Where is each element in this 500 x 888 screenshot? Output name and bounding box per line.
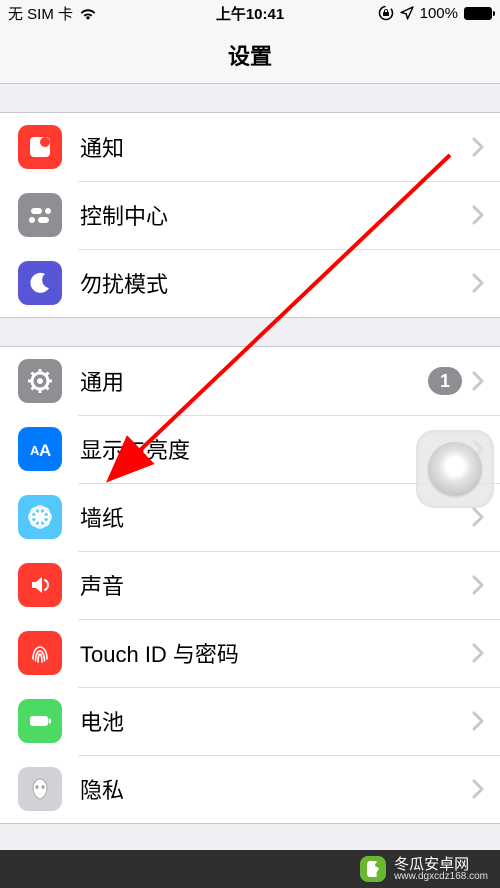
orientation-lock-icon bbox=[378, 5, 394, 21]
assistive-touch-inner bbox=[428, 442, 482, 496]
row-label: 隐私 bbox=[80, 773, 472, 805]
row-label: 墙纸 bbox=[80, 501, 472, 533]
row-label: 通用 bbox=[80, 365, 428, 397]
row-general[interactable]: 通用 1 bbox=[0, 347, 500, 415]
row-label: 控制中心 bbox=[80, 199, 472, 231]
row-label: 声音 bbox=[80, 569, 472, 601]
battery-settings-icon bbox=[18, 699, 62, 743]
page-title: 设置 bbox=[228, 39, 272, 71]
assistive-touch-button[interactable] bbox=[416, 430, 494, 508]
status-bar: 无 SIM 卡 上午10:41 100% bbox=[0, 0, 500, 26]
carrier-label: 无 SIM 卡 bbox=[8, 3, 73, 24]
display-brightness-icon: AA bbox=[18, 427, 62, 471]
row-label: 显示与亮度 bbox=[80, 433, 472, 465]
notifications-icon bbox=[18, 125, 62, 169]
settings-group-1: 通知 控制中心 勿扰模式 bbox=[0, 112, 500, 318]
general-icon bbox=[18, 359, 62, 403]
chevron-right-icon bbox=[472, 137, 484, 157]
chevron-right-icon bbox=[472, 273, 484, 293]
row-label: 勿扰模式 bbox=[80, 267, 472, 299]
touch-id-icon bbox=[18, 631, 62, 675]
row-battery[interactable]: 电池 bbox=[0, 687, 500, 755]
row-privacy[interactable]: 隐私 bbox=[0, 755, 500, 823]
row-sounds[interactable]: 声音 bbox=[0, 551, 500, 619]
row-notifications[interactable]: 通知 bbox=[0, 113, 500, 181]
chevron-right-icon bbox=[472, 205, 484, 225]
row-do-not-disturb[interactable]: 勿扰模式 bbox=[0, 249, 500, 317]
chevron-right-icon bbox=[472, 779, 484, 799]
row-control-center[interactable]: 控制中心 bbox=[0, 181, 500, 249]
row-label: 通知 bbox=[80, 131, 472, 163]
wallpaper-icon bbox=[18, 495, 62, 539]
watermark-url: www.dgxcdz168.com bbox=[394, 872, 488, 882]
sounds-icon bbox=[18, 563, 62, 607]
battery-percent: 100% bbox=[420, 5, 458, 22]
battery-icon bbox=[464, 7, 492, 20]
settings-group-2: 通用 1 AA 显示与亮度 墙纸 声音 Touch ID 与密码 bbox=[0, 346, 500, 824]
chevron-right-icon bbox=[472, 507, 484, 527]
row-label: 电池 bbox=[80, 705, 472, 737]
row-touch-id[interactable]: Touch ID 与密码 bbox=[0, 619, 500, 687]
nav-header: 设置 bbox=[0, 26, 500, 84]
chevron-right-icon bbox=[472, 643, 484, 663]
do-not-disturb-icon bbox=[18, 261, 62, 305]
badge-count: 1 bbox=[428, 367, 462, 395]
watermark-logo-icon bbox=[360, 856, 386, 882]
location-icon bbox=[400, 6, 414, 20]
chevron-right-icon bbox=[472, 575, 484, 595]
watermark-footer: 冬瓜安卓网 www.dgxcdz168.com bbox=[0, 850, 500, 888]
row-label: Touch ID 与密码 bbox=[80, 637, 472, 669]
privacy-icon bbox=[18, 767, 62, 811]
chevron-right-icon bbox=[472, 711, 484, 731]
wifi-icon bbox=[79, 7, 97, 20]
watermark-text: 冬瓜安卓网 bbox=[394, 857, 488, 872]
control-center-icon bbox=[18, 193, 62, 237]
svg-text:A: A bbox=[39, 441, 51, 460]
chevron-right-icon bbox=[472, 371, 484, 391]
